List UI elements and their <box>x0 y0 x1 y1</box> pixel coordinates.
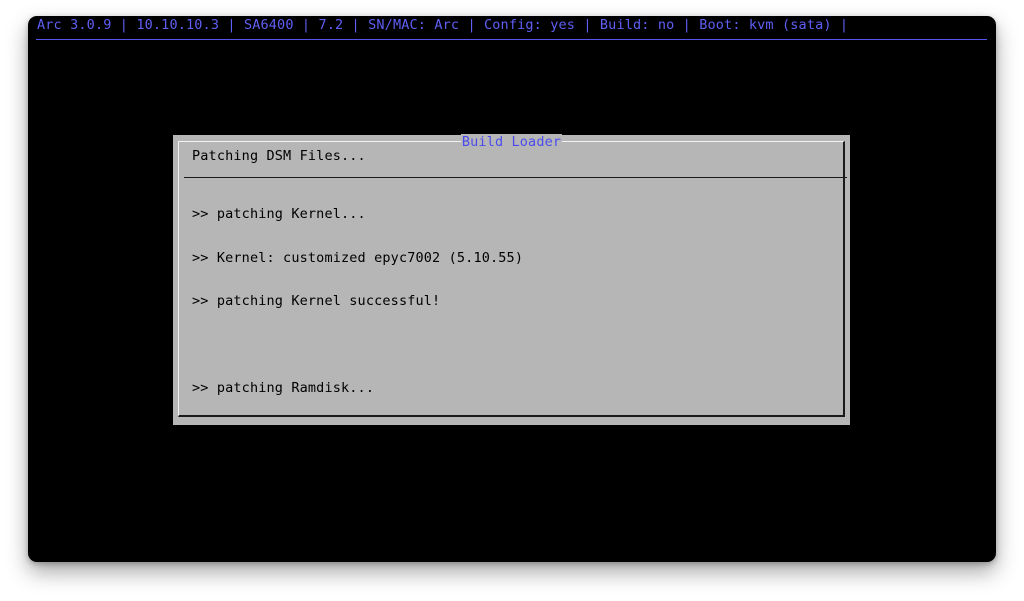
log-line-blank <box>192 338 523 353</box>
log-line: >> Ramdisk: install modules <box>192 467 416 483</box>
build-loader-dialog: Build Loader Patching DSM Files... >> pa… <box>173 134 850 482</box>
dialog-title: Build Loader <box>460 134 563 150</box>
dialog-prompt: Patching DSM Files... <box>192 148 366 164</box>
backtitle-divider <box>36 39 987 40</box>
log-line: >> patching Ramdisk... <box>192 380 375 396</box>
terminal-window: Arc 3.0.9 | 10.10.10.3 | SA6400 | 7.2 | … <box>28 16 996 562</box>
log-line: >> patching Kernel successful! <box>192 293 441 309</box>
progress-log: >> patching Kernel... >> Kernel: customi… <box>192 178 523 512</box>
log-line: >> Ramdisk: install addons <box>192 423 408 440</box>
backtitle-status-bar: Arc 3.0.9 | 10.10.10.3 | SA6400 | 7.2 | … <box>37 17 849 33</box>
log-line: >> Kernel: customized epyc7002 (5.10.55) <box>192 249 524 266</box>
log-line: >> patching Kernel... <box>192 206 366 222</box>
